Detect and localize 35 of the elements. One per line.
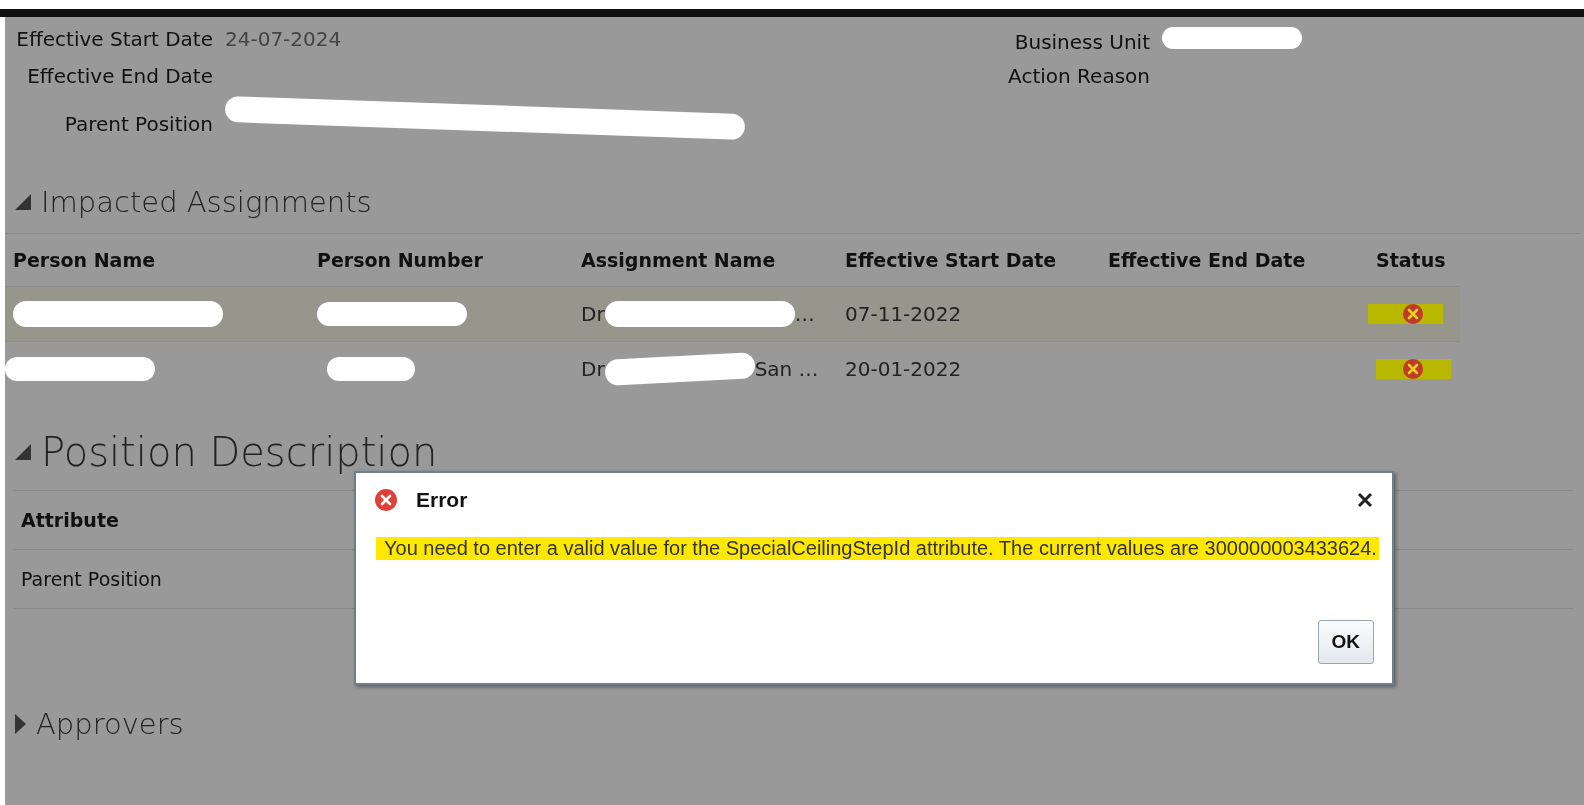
field-label: Business Unit [1013,30,1150,54]
column-header: Assignment Name [580,249,777,271]
close-icon[interactable] [1356,491,1374,509]
section-title: Approvers [36,707,184,741]
error-icon [1402,358,1424,380]
assignment-text: Dr [581,357,605,381]
expand-icon[interactable] [15,714,26,734]
assignment-text: San … [754,357,819,381]
assignment-text: Dr [581,302,605,326]
section-title: Impacted Assignments [41,185,372,219]
column-header: Person Number [316,249,484,271]
column-header: Person Name [12,249,157,271]
table-cell: Parent Position [21,568,162,590]
error-message: You need to enter a valid value for the SpecialCeilingStepId attribute. The current values are 300000003433624. [376,537,1379,560]
table-cell-text: 07-11-2022 [844,302,963,326]
field-label: Effective Start Date [15,27,213,51]
column-header: Effective Start Date [844,249,1058,271]
collapse-icon[interactable] [15,194,31,210]
field-label: Effective End Date [26,64,213,88]
error-icon [1402,303,1424,325]
error-icon [374,488,398,512]
column-header: Attribute [21,509,119,531]
table-row[interactable]: Dr San … 20-01-2022 [5,341,1460,396]
field-label: Parent Position [63,112,213,136]
field-label: Action Reason [1007,64,1150,88]
dialog-title: Error [416,488,468,512]
field-value: 24-07-2024 [225,27,342,51]
table-row[interactable]: Dr … 07-11-2022 [5,286,1460,341]
assignment-text: … [794,302,815,326]
ok-button[interactable]: OK [1317,620,1374,664]
column-header: Status [1375,249,1447,271]
section-title: Position Description [41,429,438,475]
table-cell-text: 20-01-2022 [844,357,963,381]
collapse-icon[interactable] [15,444,31,460]
column-header: Effective End Date [1107,249,1307,271]
